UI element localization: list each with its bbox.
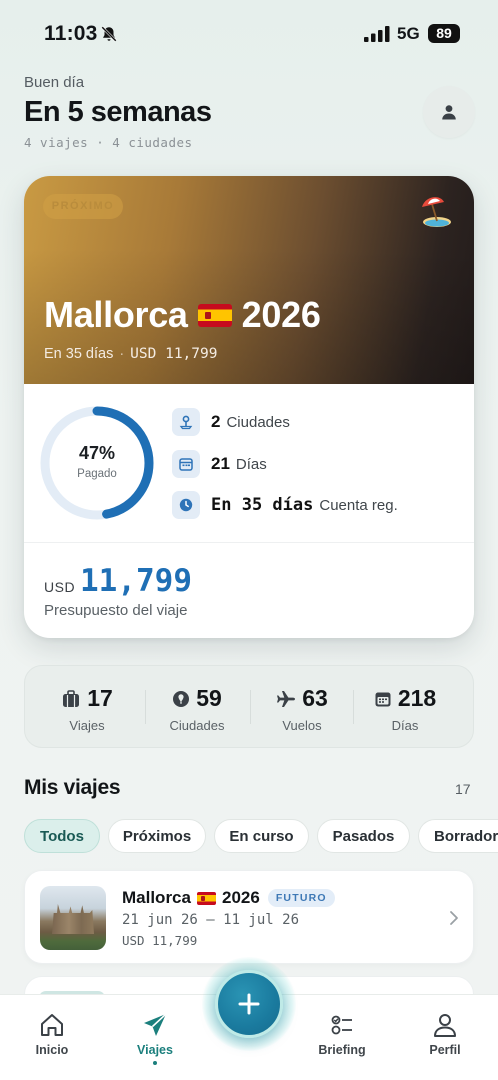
tab-briefing[interactable]: Briefing	[297, 1005, 387, 1065]
stat-days-label: Días	[235, 455, 267, 473]
overview-flights-value: 63	[302, 685, 328, 711]
filter-in-progress[interactable]: En curso	[214, 819, 309, 853]
next-trip-card[interactable]: PRÓXIMO Mallorca 2026 En 35 días · USD 11,…	[24, 176, 474, 638]
tab-profile-label: Perfil	[429, 1043, 461, 1057]
tab-trips-label: Viajes	[137, 1043, 173, 1057]
trip-meta: En 35 días · USD 11,799	[44, 346, 217, 362]
trip-list-year: 2026	[221, 888, 260, 907]
stat-days: 21 Días	[172, 450, 267, 478]
strip-divider	[250, 690, 251, 724]
trip-list-name: Mallorca	[122, 888, 191, 907]
tab-trips[interactable]: Viajes	[110, 1005, 200, 1065]
stat-countdown-label: Cuenta reg.	[319, 496, 398, 514]
budget-label: Presupuesto del viaje	[44, 602, 188, 619]
trip-dates: 21 jun 26 — 11 jul 26	[122, 912, 300, 928]
overview-flights-label: Vuelos	[282, 718, 322, 733]
person-icon	[442, 105, 456, 120]
section-title: Mis viajes	[24, 776, 121, 799]
overview-trips: 17 Viajes	[37, 666, 137, 749]
plus-icon	[238, 993, 260, 1015]
section-count: 17	[455, 781, 471, 797]
plane-icon	[277, 690, 296, 707]
overview-days: 218 Días	[355, 666, 455, 749]
stat-cities: 2 Ciudades	[172, 408, 290, 436]
signal-icon	[364, 26, 390, 42]
overview-cities-value: 59	[196, 685, 222, 711]
status-badge: FUTURO	[267, 889, 335, 907]
active-tab-indicator	[153, 1061, 157, 1065]
overview-cities: 59 Ciudades	[147, 666, 247, 749]
strip-divider	[353, 690, 354, 724]
card-divider	[24, 542, 474, 543]
progress-percent: 47%	[78, 443, 116, 463]
trip-thumbnail	[40, 886, 106, 950]
calendar-icon	[375, 692, 391, 706]
trip-budget-short: USD 11,799	[130, 346, 218, 362]
meta-separator: ·	[119, 346, 125, 362]
tab-briefing-label: Briefing	[318, 1043, 366, 1057]
status-bar: 11:03 5G 89	[0, 0, 498, 62]
trip-title-year: 2026	[241, 294, 321, 335]
progress-caption: Pagado	[77, 468, 117, 480]
bell-muted-icon	[101, 26, 117, 42]
person-icon	[434, 1014, 456, 1037]
home-icon	[41, 1014, 63, 1036]
spain-flag-icon	[197, 303, 232, 327]
profile-button[interactable]	[423, 86, 475, 138]
overview-days-label: Días	[391, 718, 419, 733]
stat-countdown: En 35 días Cuenta reg.	[172, 491, 398, 519]
stat-days-value: 21	[211, 454, 230, 473]
trip-list-title: Mallorca 2026 FUTURO	[122, 888, 335, 908]
map-pin-icon	[172, 408, 200, 436]
paper-plane-icon	[144, 1013, 167, 1036]
budget-currency: USD	[44, 579, 76, 595]
status-time: 11:03	[44, 22, 98, 45]
filter-all[interactable]: Todos	[24, 819, 100, 853]
trip-title-name: Mallorca	[44, 294, 188, 335]
trip-budget: USD 11,799	[122, 933, 198, 948]
greeting: Buen día	[24, 74, 85, 91]
checklist-icon	[331, 1015, 352, 1035]
filter-upcoming[interactable]: Próximos	[108, 819, 206, 853]
suitcase-icon	[63, 689, 80, 707]
tab-home-label: Inicio	[35, 1043, 69, 1057]
overview-days-value: 218	[397, 685, 437, 711]
tab-profile[interactable]: Perfil	[400, 1005, 490, 1065]
clock-icon	[172, 491, 200, 519]
filter-drafts[interactable]: Borrador	[418, 819, 498, 853]
overview-cities-label: Ciudades	[169, 718, 225, 733]
spain-flag-icon	[196, 891, 216, 905]
stat-cities-label: Ciudades	[226, 413, 290, 431]
overview-trips-label: Viajes	[69, 718, 105, 733]
budget-amount: 11,799	[80, 563, 192, 599]
strip-divider	[145, 690, 146, 724]
overview-stats: 17 Viajes 59 Ciudades 63 Vuelos 218 Días	[24, 665, 474, 748]
chevron-right-icon	[450, 911, 458, 925]
upcoming-badge: PRÓXIMO	[43, 194, 123, 219]
filter-past[interactable]: Pasados	[317, 819, 410, 853]
add-trip-button[interactable]	[215, 970, 283, 1038]
overview-flights: 63 Vuelos	[252, 666, 352, 749]
trip-countdown: En 35 días	[44, 346, 114, 362]
battery-level: 89	[428, 24, 460, 43]
city-pin-icon	[173, 690, 190, 707]
trip-title: Mallorca 2026	[44, 294, 321, 336]
page-title: En 5 semanas	[24, 96, 212, 128]
trip-list-item[interactable]: Mallorca 2026 FUTURO 21 jun 26 — 11 jul …	[24, 870, 474, 964]
calendar-icon	[172, 450, 200, 478]
stat-countdown-value: En 35 días	[211, 495, 314, 515]
stat-cities-value: 2	[211, 412, 221, 431]
network-type: 5G	[397, 24, 420, 43]
beach-umbrella-icon	[422, 197, 451, 227]
tab-home[interactable]: Inicio	[7, 1005, 97, 1065]
trip-summary: 4 viajes · 4 ciudades	[24, 135, 193, 150]
overview-trips-value: 17	[87, 685, 113, 711]
